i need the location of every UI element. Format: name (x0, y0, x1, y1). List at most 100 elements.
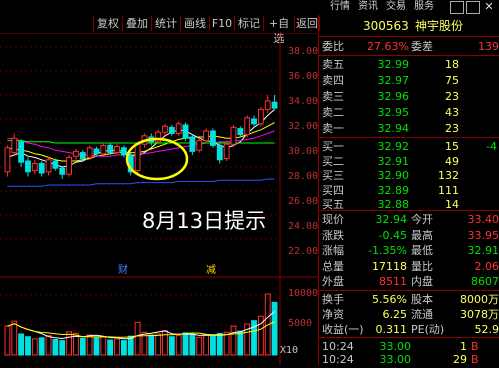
tick-row[interactable]: 10:24 33.00 29 B (319, 353, 499, 366)
candle-body (223, 143, 230, 160)
quote-label-2: 量比 (411, 259, 433, 273)
candle-body (73, 150, 79, 157)
f10-button[interactable]: F10 (209, 16, 235, 31)
stock-code: 300563 (363, 19, 409, 33)
tab-fuwu[interactable]: 服务 (414, 0, 434, 14)
divider (319, 55, 499, 56)
volume-bar (203, 334, 209, 356)
candle-body (264, 100, 271, 110)
quote-label-2: 最高 (411, 228, 433, 242)
bid-row[interactable]: 买二 32.91 49 (319, 155, 499, 168)
candle-body (216, 144, 223, 161)
volume-bar (100, 336, 107, 356)
fund-label: 净资 (322, 308, 344, 321)
ask-row[interactable]: 卖二 32.95 43 (319, 106, 499, 119)
quote-value-2: 2.06 (474, 259, 499, 273)
fund-value: 5.56% (372, 293, 407, 306)
restore-icon[interactable] (466, 1, 480, 14)
quote-value: -1.35% (368, 244, 407, 257)
bid-label: 买三 (322, 169, 344, 182)
bid-label: 买四 (322, 183, 344, 197)
biaoji-button[interactable]: 标记 (234, 16, 264, 31)
quote-row[interactable]: 涨幅 -1.35% 最低 32.91 (319, 244, 499, 257)
ask-label: 卖二 (322, 106, 344, 119)
quote-label: 现价 (322, 213, 344, 226)
ask-row[interactable]: 卖三 32.96 23 (319, 90, 499, 103)
diejia-button[interactable]: 叠加 (122, 16, 152, 31)
divider (319, 137, 499, 138)
ask-price: 32.96 (377, 90, 410, 103)
ask-price: 32.99 (377, 58, 410, 71)
tick-row[interactable]: 10:24 33.00 1 B (319, 340, 499, 353)
candle-body (230, 126, 237, 145)
volume-bar (93, 337, 100, 356)
kline-chart[interactable]: 38.00 36.00 34.00 32.00 30.00 28.00 26.0… (0, 32, 319, 365)
divider (319, 210, 499, 211)
volume-bar (107, 339, 114, 356)
ask-row[interactable]: 卖四 32.97 75 (319, 74, 499, 87)
quote-label-2: 内盘 (411, 275, 433, 288)
fund-row[interactable]: 收益(一) 0.311 PE(动) 52.9 (319, 323, 499, 336)
candle-body (182, 124, 189, 139)
fund-row[interactable]: 净资 6.25 流通 3078万 (319, 308, 499, 321)
volume-bar (182, 332, 189, 356)
marker-cai[interactable]: 财 (118, 261, 128, 276)
volume-bar (11, 320, 18, 356)
fund-label: 收益(一) (322, 323, 364, 336)
volume-bar (79, 337, 86, 356)
quote-value-2: 33.95 (467, 228, 499, 242)
quote-row[interactable]: 现价 32.94 今开 33.40 (319, 213, 499, 226)
candle-body (134, 143, 141, 172)
tongji-button[interactable]: 统计 (151, 16, 181, 31)
bid-change: -4 (486, 140, 497, 153)
ask-volume: 23 (445, 122, 459, 135)
ask-row[interactable]: 卖五 32.99 18 (319, 58, 499, 71)
tab-hangqing[interactable]: 行情 (330, 0, 350, 14)
quote-label: 外盘 (322, 275, 344, 288)
volume-bar (196, 336, 203, 356)
candle-body (52, 160, 59, 169)
minimize-icon[interactable] (450, 1, 464, 14)
volume-bar (18, 333, 25, 356)
volume-bar (168, 336, 175, 356)
fund-label-2: 股本 (411, 293, 433, 306)
top-tab-bar: 行情 资讯 交易 服务 ✕ (0, 0, 499, 14)
ask-volume: 75 (445, 74, 459, 87)
quote-row[interactable]: 总量 17118 量比 2.06 (319, 260, 499, 273)
quote-label: 涨跌 (322, 228, 344, 242)
quote-row[interactable]: 外盘 8511 内盘 8607 (319, 275, 499, 288)
fund-value-2: 52.9 (474, 323, 499, 336)
tab-jiaoyi[interactable]: 交易 (386, 0, 406, 14)
fund-row[interactable]: 换手 5.56% 股本 8000万 (319, 293, 499, 306)
huaxian-button[interactable]: 画线 (180, 16, 210, 31)
volume-bar (189, 334, 196, 356)
back-button[interactable]: 返回 (294, 16, 320, 31)
bid-label: 买一 (322, 140, 344, 153)
chart-toolbar: 复权 叠加 统计 画线 F10 标记 +自选 返回 (0, 16, 320, 45)
volume-bar (216, 332, 223, 356)
fuquan-button[interactable]: 复权 (93, 16, 123, 31)
candle-body (25, 160, 31, 173)
bid-row[interactable]: 买三 32.90 132 (319, 169, 499, 182)
tab-zixun[interactable]: 资讯 (358, 0, 378, 14)
annotation-text: 8月13日提示 (142, 209, 267, 233)
y-tick: 34.00 (288, 96, 319, 107)
quote-value: 32.94 (375, 213, 408, 226)
bid-row[interactable]: 买四 32.89 111 (319, 184, 499, 197)
close-icon[interactable]: ✕ (482, 0, 496, 13)
y-tick: 24.00 (288, 221, 319, 232)
quote-label-2: 今开 (411, 213, 433, 226)
add-watchlist-button[interactable]: +自选 (263, 16, 295, 45)
volume-bar (59, 340, 66, 356)
quote-row[interactable]: 涨跌 -0.45 最高 33.95 (319, 229, 499, 242)
volume-bar (52, 338, 59, 356)
bid-price: 32.92 (377, 140, 410, 153)
volume-bar (155, 333, 162, 356)
bid-row[interactable]: 买一 32.92 15 -4 (319, 140, 499, 153)
volume-bar (237, 330, 244, 356)
candle-body (203, 130, 209, 142)
ask-row[interactable]: 卖一 32.94 23 (319, 122, 499, 135)
candle-body (59, 167, 66, 175)
marker-jian[interactable]: 减 (206, 261, 216, 276)
bid-price: 32.91 (377, 154, 410, 168)
